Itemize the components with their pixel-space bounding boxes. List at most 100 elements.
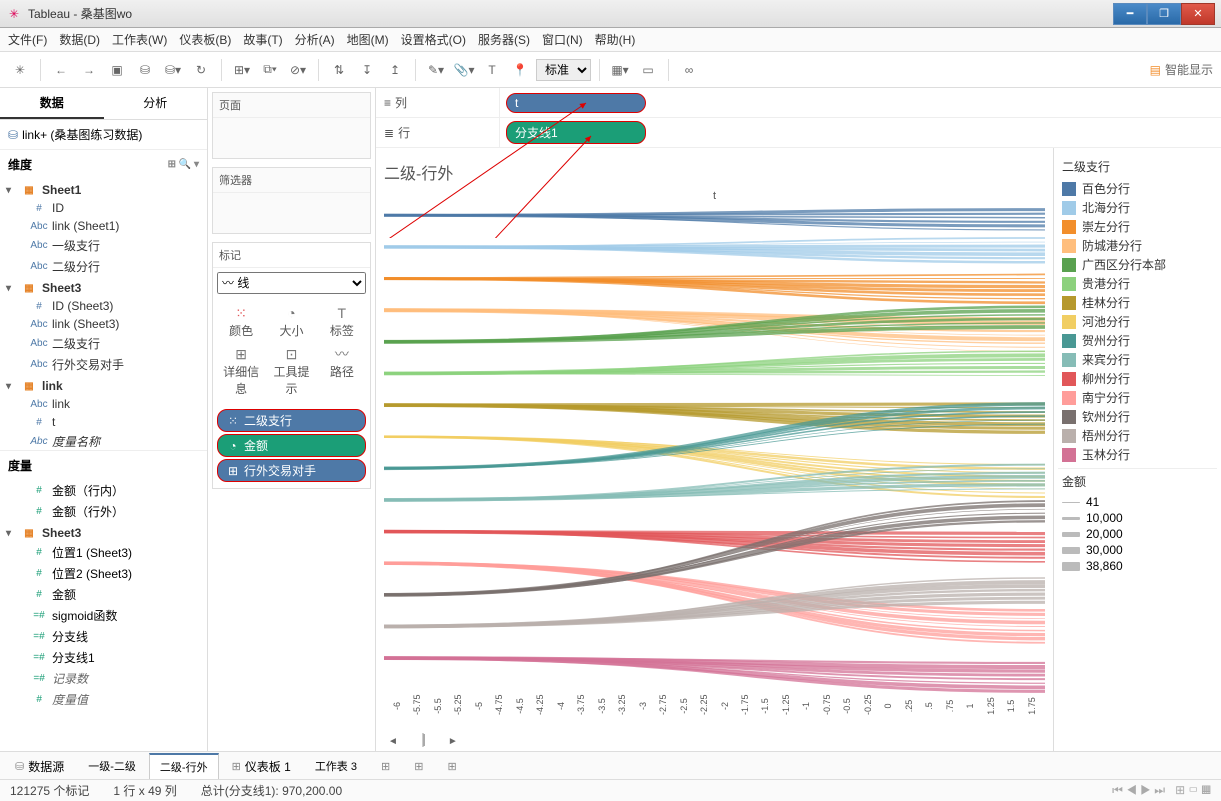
legend-item[interactable]: 梧州分行 <box>1058 426 1217 445</box>
new-datasource-button[interactable]: ⛁ <box>133 58 157 82</box>
legend-item[interactable]: 来宾分行 <box>1058 350 1217 369</box>
share-button[interactable]: ∞ <box>677 58 701 82</box>
undo-button[interactable]: ← <box>49 58 73 82</box>
menu-worksheet[interactable]: 工作表(W) <box>112 31 167 48</box>
sort-desc-button[interactable]: ↥ <box>383 58 407 82</box>
horizontal-scrollbar[interactable] <box>422 733 424 747</box>
size-legend-item[interactable]: 10,000 <box>1058 510 1217 526</box>
marks-tooltip[interactable]: ⊡工具提示 <box>267 343 315 399</box>
show-me-button[interactable]: ▤ 智能显示 <box>1150 61 1213 78</box>
menu-help[interactable]: 帮助(H) <box>595 31 636 48</box>
field-link (Sheet3)[interactable]: Abclink (Sheet3) <box>0 315 207 333</box>
field-分支线1[interactable]: =#分支线1 <box>0 647 207 668</box>
legend-item[interactable]: 玉林分行 <box>1058 445 1217 464</box>
field-t[interactable]: #t <box>0 413 207 431</box>
fit-select[interactable]: 标准 <box>536 59 591 81</box>
new-worksheet-button[interactable]: ⊞▾ <box>230 58 254 82</box>
dimensions-tools[interactable]: ⊞ 🔍 ▾ <box>168 159 199 170</box>
field-位置2 (Sheet3)[interactable]: #位置2 (Sheet3) <box>0 563 207 584</box>
pages-shelf[interactable]: 页面 <box>212 92 371 159</box>
legend-item[interactable]: 贵港分行 <box>1058 274 1217 293</box>
tab-data[interactable]: 数据 <box>0 88 104 119</box>
filters-shelf[interactable]: 筛选器 <box>212 167 371 234</box>
group-button[interactable]: 📎▾ <box>452 58 476 82</box>
legend-item[interactable]: 柳州分行 <box>1058 369 1217 388</box>
legend-item[interactable]: 广西区分行本部 <box>1058 255 1217 274</box>
menu-window[interactable]: 窗口(N) <box>542 31 583 48</box>
field-分支线[interactable]: =#分支线 <box>0 626 207 647</box>
new-story-tab[interactable]: ⊞ <box>436 755 467 777</box>
field-金额[interactable]: #金额 <box>0 584 207 605</box>
tab-analytics[interactable]: 分析 <box>104 88 208 119</box>
mark-type-select[interactable]: 〰 线 <box>217 272 366 294</box>
field-金额（行内）[interactable]: #金额（行内） <box>0 480 207 501</box>
sheet-tab-1[interactable]: 一级-二级 <box>77 753 147 778</box>
minimize-button[interactable]: ━ <box>1113 3 1147 25</box>
sheet-title[interactable]: 二级-行外 <box>384 160 1045 184</box>
clear-button[interactable]: ⊘▾ <box>286 58 310 82</box>
highlight-button[interactable]: ✎▾ <box>424 58 448 82</box>
menu-server[interactable]: 服务器(S) <box>478 31 530 48</box>
size-legend-item[interactable]: 30,000 <box>1058 542 1217 558</box>
rows-shelf[interactable]: ≣行 分支线1 <box>376 118 1221 148</box>
field-Sheet1[interactable]: ▾▦Sheet1 <box>0 179 207 199</box>
status-nav[interactable]: ⏮ ◀ ▶ ⏭ ⊞ ▭ ▦ <box>1112 783 1211 798</box>
marks-pill-size[interactable]: ◔金额 <box>217 434 366 457</box>
sheet-tab-3[interactable]: 工作表 3 <box>304 753 368 778</box>
field-二级分行[interactable]: Abc二级分行 <box>0 256 207 277</box>
pin-button[interactable]: 📍 <box>508 58 532 82</box>
field-位置1 (Sheet3)[interactable]: #位置1 (Sheet3) <box>0 542 207 563</box>
field-金额（行外）[interactable]: #金额（行外） <box>0 501 207 522</box>
datasource-item[interactable]: ⛁ link+ (桑基图练习数据) <box>0 120 207 150</box>
legend-item[interactable]: 河池分行 <box>1058 312 1217 331</box>
maximize-button[interactable]: ❐ <box>1147 3 1181 25</box>
new-dashboard-tab[interactable]: ⊞ <box>403 755 434 777</box>
rows-pill-branch1[interactable]: 分支线1 <box>506 121 646 144</box>
scroll-left-button[interactable]: ◄ <box>384 736 402 747</box>
scroll-right-button[interactable]: ► <box>444 736 462 747</box>
duplicate-button[interactable]: ⧉▾ <box>258 58 282 82</box>
redo-button[interactable]: → <box>77 58 101 82</box>
field-二级支行[interactable]: Abc二级支行 <box>0 333 207 354</box>
menu-data[interactable]: 数据(D) <box>59 31 100 48</box>
columns-pill-t[interactable]: t <box>506 93 646 113</box>
menu-format[interactable]: 设置格式(O) <box>401 31 466 48</box>
tableau-icon[interactable]: ✳ <box>8 58 32 82</box>
marks-detail[interactable]: ⊞详细信息 <box>217 343 265 399</box>
auto-update-button[interactable]: ↻ <box>189 58 213 82</box>
marks-color[interactable]: ⁙颜色 <box>217 302 265 341</box>
field-度量名称[interactable]: Abc度量名称 <box>0 431 207 450</box>
field-记录数[interactable]: =#记录数 <box>0 668 207 689</box>
field-Sheet3[interactable]: ▾▦Sheet3 <box>0 522 207 542</box>
label-toggle-button[interactable]: T <box>480 58 504 82</box>
viz-plot[interactable] <box>384 204 1045 701</box>
field-一级支行[interactable]: Abc一级支行 <box>0 235 207 256</box>
size-legend-item[interactable]: 38,860 <box>1058 558 1217 574</box>
field-ID[interactable]: #ID <box>0 199 207 217</box>
refresh-datasource-button[interactable]: ⛁▾ <box>161 58 185 82</box>
close-button[interactable]: ✕ <box>1181 3 1215 25</box>
legend-item[interactable]: 钦州分行 <box>1058 407 1217 426</box>
menu-file[interactable]: 文件(F) <box>8 31 47 48</box>
marks-pill-detail[interactable]: ⊞行外交易对手 <box>217 459 366 482</box>
field-行外交易对手[interactable]: Abc行外交易对手 <box>0 354 207 375</box>
menu-story[interactable]: 故事(T) <box>243 31 282 48</box>
field-Sheet3[interactable]: ▾▦Sheet3 <box>0 277 207 297</box>
sort-asc-button[interactable]: ↧ <box>355 58 379 82</box>
size-legend-item[interactable]: 41 <box>1058 494 1217 510</box>
legend-item[interactable]: 贺州分行 <box>1058 331 1217 350</box>
legend-item[interactable]: 防城港分行 <box>1058 236 1217 255</box>
cards-button[interactable]: ▦▾ <box>608 58 632 82</box>
legend-item[interactable]: 北海分行 <box>1058 198 1217 217</box>
marks-pill-color[interactable]: ⁙二级支行 <box>217 409 366 432</box>
menu-analysis[interactable]: 分析(A) <box>295 31 335 48</box>
menu-map[interactable]: 地图(M) <box>347 31 389 48</box>
sheet-tab-dashboard[interactable]: ⊞仪表板 1 <box>221 753 302 779</box>
field-link (Sheet1)[interactable]: Abclink (Sheet1) <box>0 217 207 235</box>
field-ID (Sheet3)[interactable]: #ID (Sheet3) <box>0 297 207 315</box>
size-legend-item[interactable]: 20,000 <box>1058 526 1217 542</box>
field-link[interactable]: Abclink <box>0 395 207 413</box>
columns-shelf[interactable]: ≡列 t <box>376 88 1221 118</box>
field-link[interactable]: ▾▦link <box>0 375 207 395</box>
marks-path[interactable]: 〰路径 <box>318 343 366 399</box>
